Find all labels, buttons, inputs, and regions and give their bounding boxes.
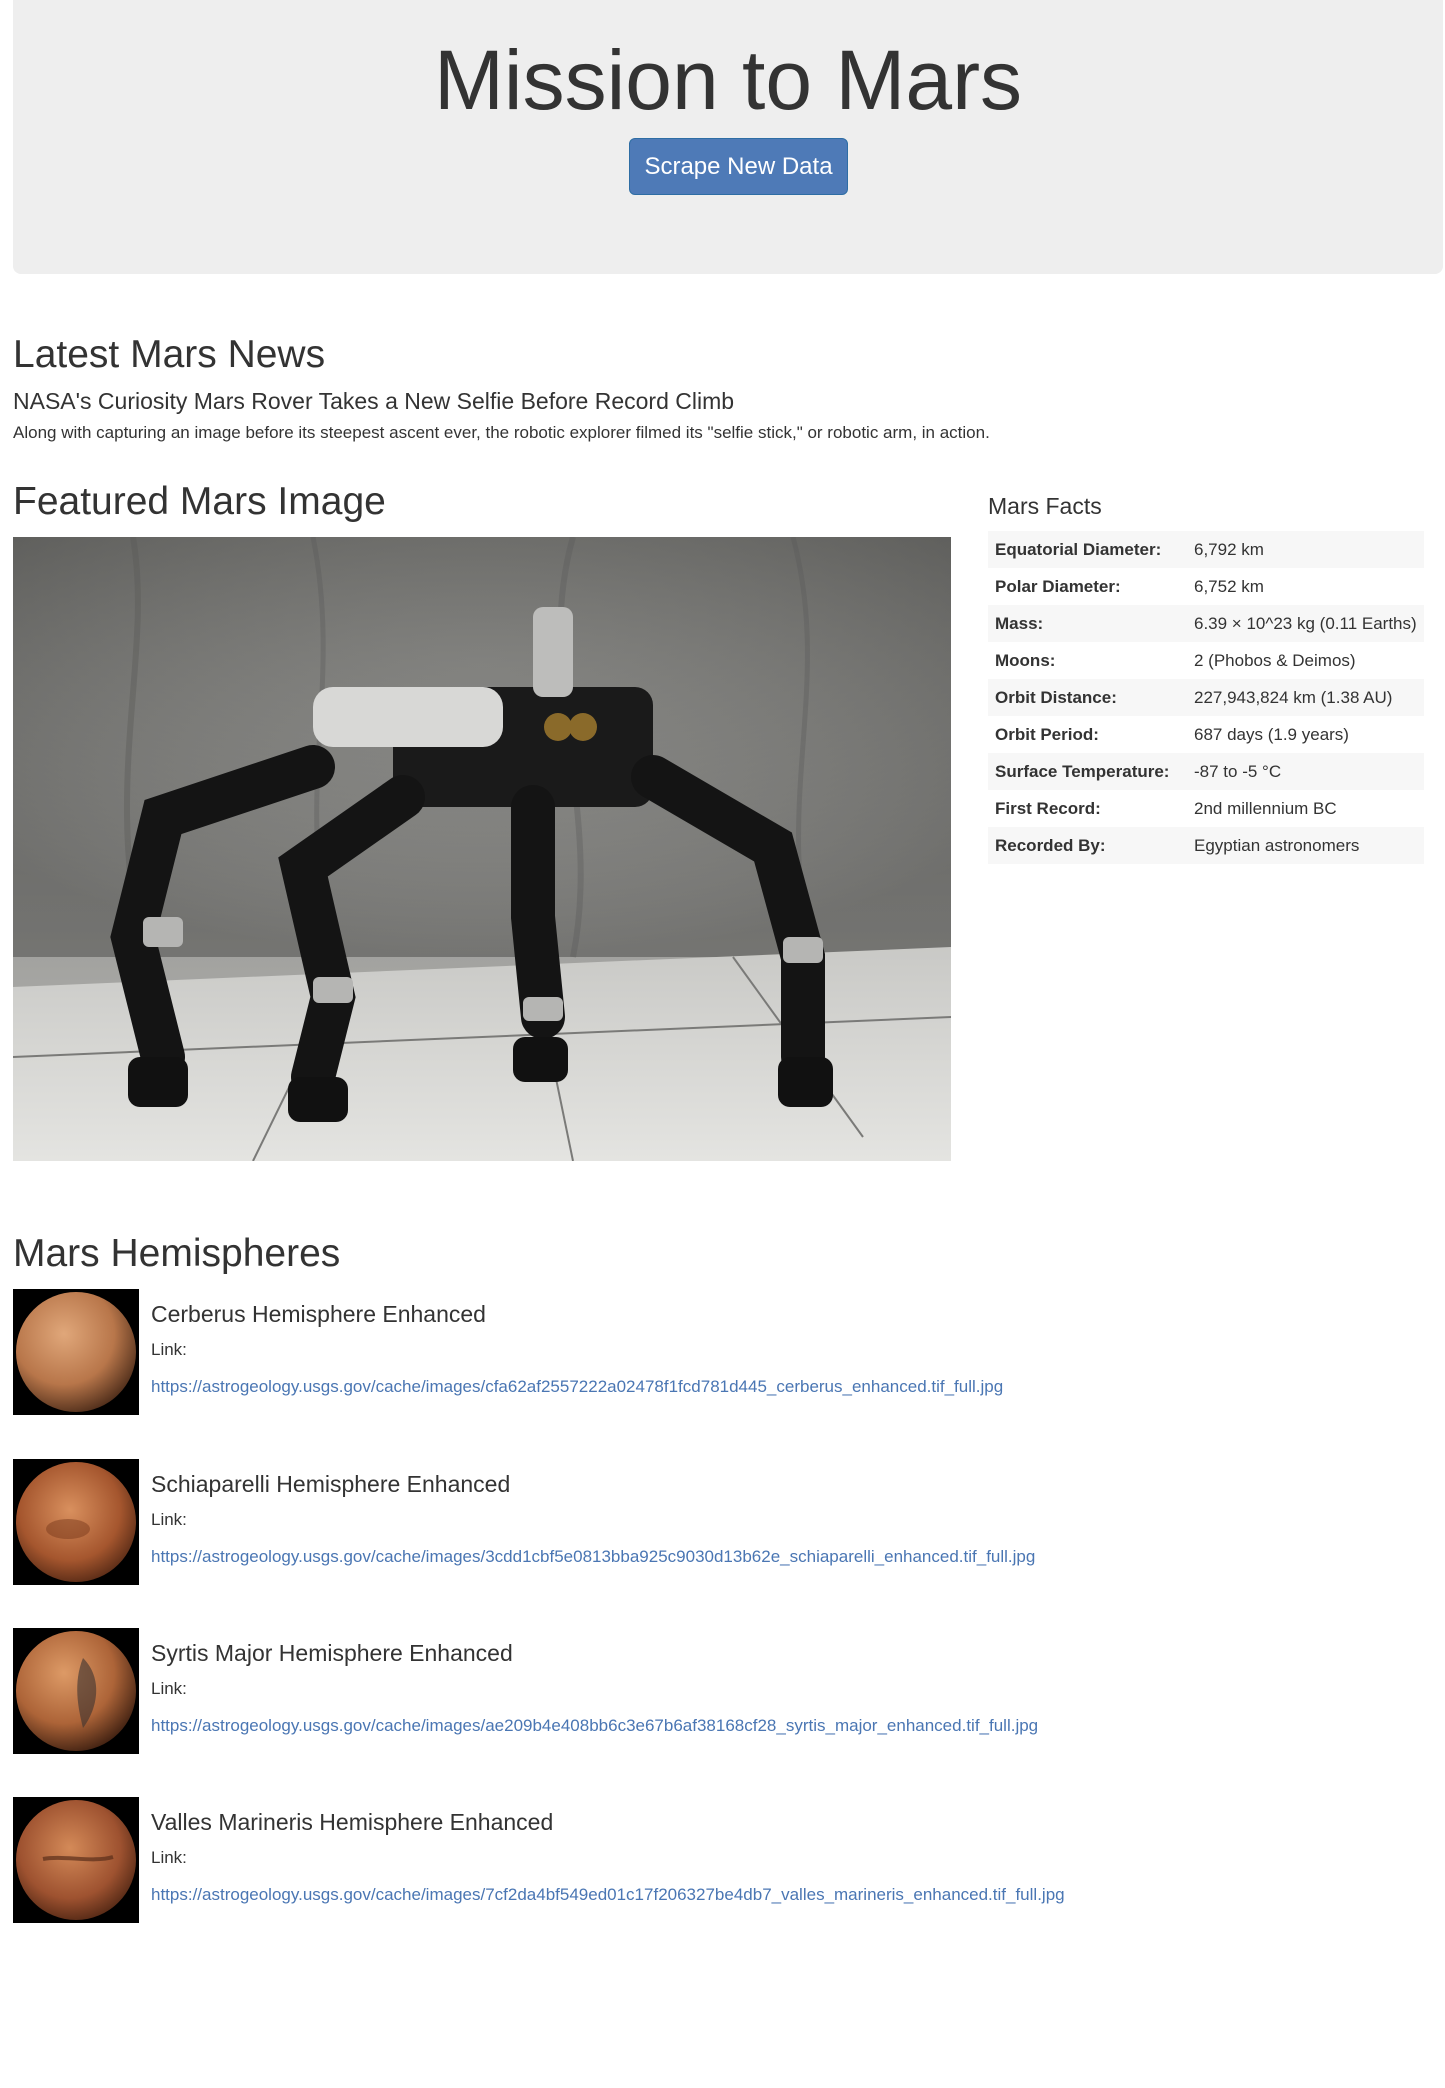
table-row: Orbit Distance: 227,943,824 km (1.38 AU)	[988, 679, 1424, 716]
fact-label: First Record:	[995, 799, 1101, 818]
link-label: Link:	[151, 1848, 187, 1867]
fact-value: 227,943,824 km (1.38 AU)	[1187, 679, 1424, 716]
link-label: Link:	[151, 1679, 187, 1698]
list-item: Schiaparelli Hemisphere Enhanced Link: h…	[13, 1459, 1413, 1585]
hemisphere-title: Cerberus Hemisphere Enhanced	[151, 1301, 486, 1327]
fact-label: Surface Temperature:	[988, 753, 1187, 790]
featured-image[interactable]	[13, 537, 951, 1161]
news-paragraph: Along with capturing an image before its…	[13, 423, 990, 442]
fact-value: 2 (Phobos & Deimos)	[1194, 651, 1356, 670]
valles-marineris-thumbnail[interactable]	[13, 1797, 139, 1923]
fact-label: Mass:	[988, 605, 1187, 642]
jumbotron: Mission to Mars Scrape New Data	[13, 0, 1443, 274]
page-title: Mission to Mars	[433, 33, 1023, 127]
list-item: Syrtis Major Hemisphere Enhanced Link: h…	[13, 1628, 1413, 1754]
robot-photo-illustration	[13, 537, 951, 1161]
planet-image-icon	[16, 1462, 136, 1582]
fact-value: 6.39 × 10^23 kg (0.11 Earths)	[1187, 605, 1424, 642]
table-row: Moons: 2 (Phobos & Deimos)	[988, 642, 1424, 679]
cerberus-thumbnail[interactable]	[13, 1289, 139, 1415]
planet-image-icon	[16, 1631, 136, 1751]
fact-value: 2nd millennium BC	[1194, 799, 1337, 818]
fact-value: 6,752 km	[1194, 577, 1264, 596]
fact-label: Orbit Period:	[995, 725, 1099, 744]
list-item: Cerberus Hemisphere Enhanced Link: https…	[13, 1289, 1413, 1415]
news-title: NASA's Curiosity Mars Rover Takes a New …	[13, 388, 735, 414]
mars-hemispheres-heading: Mars Hemispheres	[13, 1232, 341, 1275]
table-row: Mass: 6.39 × 10^23 kg (0.11 Earths)	[988, 605, 1424, 642]
planet-image-icon	[16, 1292, 136, 1412]
table-row: Orbit Period: 687 days (1.9 years)	[988, 716, 1424, 753]
featured-image-heading: Featured Mars Image	[13, 480, 386, 523]
hemisphere-link[interactable]: https://astrogeology.usgs.gov/cache/imag…	[151, 1883, 1065, 1907]
fact-value: 687 days (1.9 years)	[1194, 725, 1349, 744]
fact-label: Moons:	[995, 651, 1056, 670]
mars-facts-table: Equatorial Diameter: 6,792 km Polar Diame…	[988, 531, 1424, 864]
hemisphere-title: Valles Marineris Hemisphere Enhanced	[151, 1809, 554, 1835]
hemisphere-link[interactable]: https://astrogeology.usgs.gov/cache/imag…	[151, 1545, 1035, 1569]
schiaparelli-thumbnail[interactable]	[13, 1459, 139, 1585]
table-row: Surface Temperature: -87 to -5 °C	[988, 753, 1424, 790]
hemisphere-link[interactable]: https://astrogeology.usgs.gov/cache/imag…	[151, 1714, 1038, 1738]
table-row: Equatorial Diameter: 6,792 km	[988, 531, 1424, 568]
news-heading: Latest Mars News	[13, 333, 326, 376]
hemisphere-title: Syrtis Major Hemisphere Enhanced	[151, 1640, 513, 1666]
link-label: Link:	[151, 1510, 187, 1529]
planet-image-icon	[16, 1800, 136, 1920]
fact-value: 6,792 km	[1187, 531, 1424, 568]
fact-value: Egyptian astronomers	[1187, 827, 1424, 864]
fact-label: Polar Diameter:	[995, 577, 1121, 596]
table-row: First Record: 2nd millennium BC	[988, 790, 1424, 827]
hemisphere-title: Schiaparelli Hemisphere Enhanced	[151, 1471, 511, 1497]
scrape-new-data-button[interactable]: Scrape New Data	[629, 138, 848, 195]
hemisphere-link[interactable]: https://astrogeology.usgs.gov/cache/imag…	[151, 1375, 1003, 1399]
list-item: Valles Marineris Hemisphere Enhanced Lin…	[13, 1797, 1413, 1923]
table-row: Polar Diameter: 6,752 km	[988, 568, 1424, 605]
link-label: Link:	[151, 1340, 187, 1359]
table-row: Recorded By: Egyptian astronomers	[988, 827, 1424, 864]
fact-value: -87 to -5 °C	[1187, 753, 1424, 790]
mars-facts-heading: Mars Facts	[988, 493, 1102, 519]
fact-label: Orbit Distance:	[988, 679, 1187, 716]
fact-label: Equatorial Diameter:	[988, 531, 1187, 568]
fact-label: Recorded By:	[988, 827, 1187, 864]
syrtis-major-thumbnail[interactable]	[13, 1628, 139, 1754]
